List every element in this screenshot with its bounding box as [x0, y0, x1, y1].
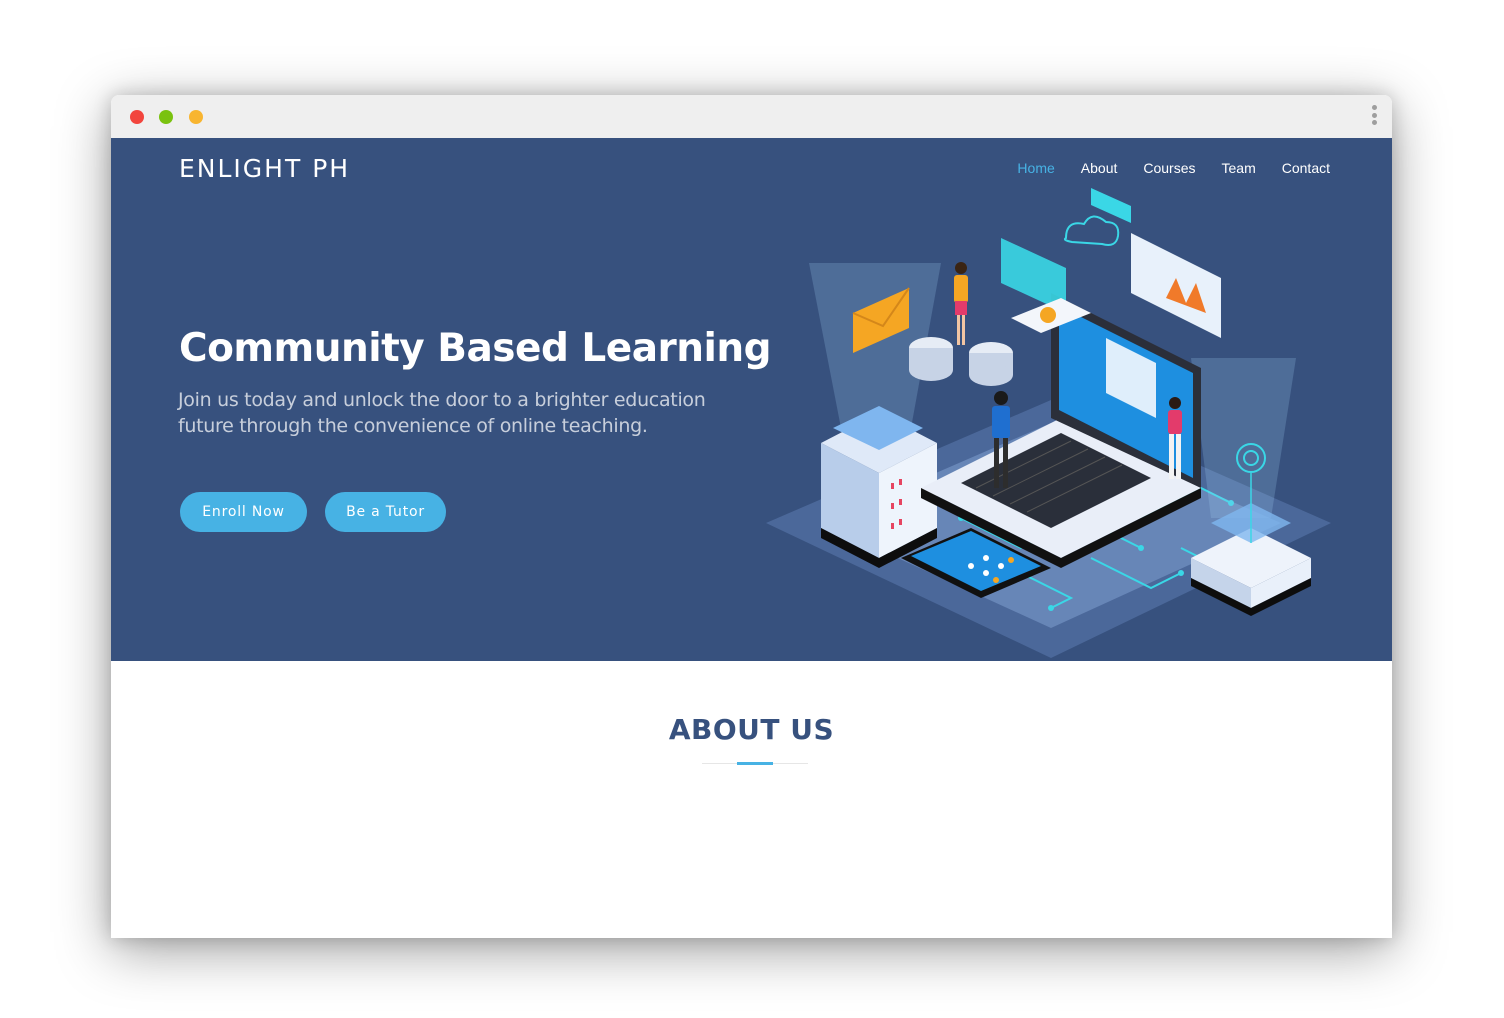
about-divider-accent [737, 762, 773, 765]
isometric-learning-illustration [766, 188, 1331, 658]
hero-title: Community Based Learning [179, 326, 772, 371]
main-nav: Home About Courses Team Contact [991, 160, 1330, 176]
about-us-heading: ABOUT US [668, 713, 835, 746]
be-a-tutor-button[interactable]: Be a Tutor [325, 492, 446, 532]
enroll-now-button[interactable]: Enroll Now [180, 492, 307, 532]
browser-titlebar [111, 95, 1392, 138]
nav-link-contact[interactable]: Contact [1282, 160, 1330, 176]
close-window-dot[interactable] [130, 110, 144, 124]
more-vertical-icon[interactable] [1370, 105, 1378, 129]
browser-window: ENLIGHT PH Home About Courses Team Conta… [111, 95, 1392, 938]
hero-section: ENLIGHT PH Home About Courses Team Conta… [111, 138, 1392, 661]
nav-link-team[interactable]: Team [1222, 160, 1256, 176]
maximize-window-dot[interactable] [189, 110, 203, 124]
nav-link-about[interactable]: About [1081, 160, 1118, 176]
minimize-window-dot[interactable] [159, 110, 173, 124]
nav-link-courses[interactable]: Courses [1143, 160, 1195, 176]
hero-subtitle: Join us today and unlock the door to a b… [178, 389, 706, 437]
nav-link-home[interactable]: Home [1017, 160, 1054, 176]
site-logo[interactable]: ENLIGHT PH [179, 154, 350, 183]
